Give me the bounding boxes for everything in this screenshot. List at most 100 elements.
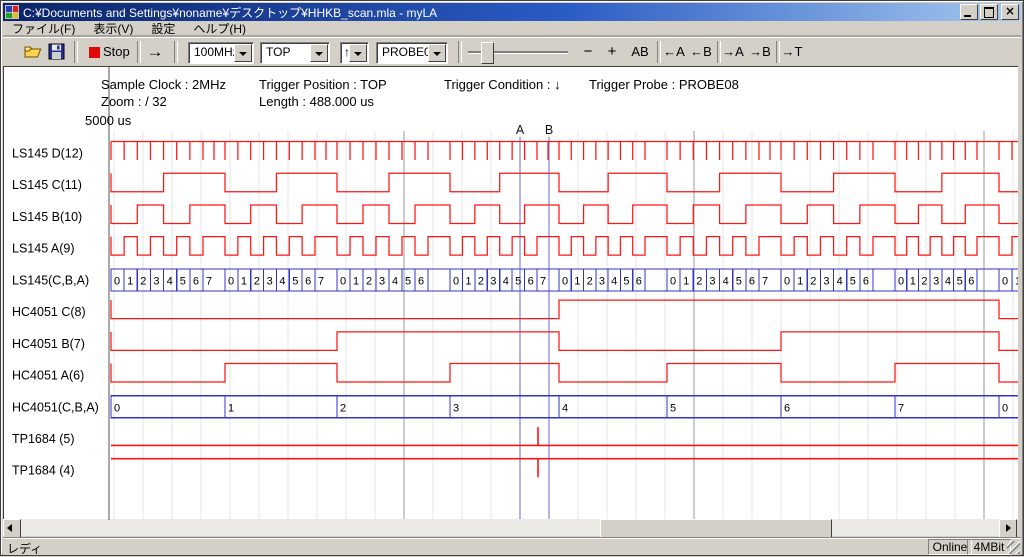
bus-value: 0 (1002, 402, 1008, 414)
resize-grip[interactable] (1007, 541, 1020, 554)
scroll-left-button[interactable] (3, 519, 21, 538)
zoom-in-button[interactable]: + (603, 42, 621, 62)
toolbar-separator (137, 41, 141, 63)
channel-row: HC4051 C(8) (12, 300, 1018, 319)
move-a-right-button[interactable]: →A (722, 42, 744, 62)
bus-value: 5 (670, 402, 676, 414)
horizontal-scrollbar[interactable] (3, 519, 1017, 536)
toolbar-separator (458, 41, 462, 63)
bus-value: 2 (366, 275, 372, 287)
bus-value: 5 (405, 275, 411, 287)
menu-view[interactable]: 表示(V) (84, 21, 142, 37)
bus-value: 3 (709, 275, 715, 287)
app-icon (5, 5, 19, 19)
bus-cell (895, 396, 999, 418)
title-bar[interactable]: C:¥Documents and Settings¥noname¥デスクトップ¥… (3, 3, 1021, 21)
bus-value: 4 (562, 402, 568, 414)
trigger-edge-combo[interactable]: ↑ (340, 42, 369, 64)
channel-label: HC4051 C(8) (12, 305, 86, 319)
channel-label: TP1684 (4) (12, 464, 75, 478)
bus-value: 2 (921, 275, 927, 287)
chevron-down-icon[interactable] (428, 44, 446, 62)
waveform-trace (111, 300, 1018, 319)
minimize-icon (964, 15, 971, 17)
toolbar-separator (717, 41, 721, 63)
scroll-right-button[interactable] (999, 519, 1017, 538)
cursor-a-label: A (516, 123, 525, 137)
info-sample-clock: Sample Clock : 2MHz (101, 77, 226, 92)
info-trigger-probe: Trigger Probe : PROBE08 (589, 77, 739, 92)
zoom-out-button[interactable]: − (579, 42, 597, 62)
waveform-plot[interactable]: LS145 D(12)LS145 C(11)LS145 B(10)LS145 A… (4, 67, 1018, 520)
bus-value: 3 (267, 275, 273, 287)
open-file-button[interactable] (24, 43, 42, 61)
minimize-button[interactable] (960, 4, 978, 20)
info-zoom: Zoom : / 32 (101, 94, 167, 109)
info-length: Length : 488.000 us (259, 94, 374, 109)
bus-value: 3 (379, 275, 385, 287)
bus-value: 6 (636, 275, 642, 287)
bus-value: 5 (957, 275, 963, 287)
bus-value: 3 (933, 275, 939, 287)
bus-cell (977, 269, 999, 291)
waveform-trace (111, 427, 1018, 446)
waveform-trace (111, 237, 1018, 256)
channel-row: HC4051 B(7) (12, 332, 1018, 351)
channel-row: TP1684 (4) (12, 459, 1018, 478)
bus-value: 1 (127, 275, 133, 287)
bus-value: 0 (114, 402, 120, 414)
move-a-left-button[interactable]: ←A (663, 42, 685, 62)
bus-value: 0 (562, 275, 568, 287)
menu-settings[interactable]: 設定 (142, 21, 184, 37)
channel-label: LS145(C,B,A) (12, 273, 89, 287)
trigger-probe-combo[interactable]: PROBE00 (376, 42, 448, 64)
maximize-button[interactable] (980, 4, 998, 20)
bus-value: 0 (1002, 275, 1008, 287)
close-icon: × (1002, 4, 1018, 18)
bus-value: 0 (340, 275, 346, 287)
channel-row: LS145(C,B,A)0123456701234567012345601234… (12, 269, 1018, 291)
trigger-position-combo[interactable]: TOP (260, 42, 330, 64)
bus-value: 6 (863, 275, 869, 287)
move-b-right-button[interactable]: →B (749, 42, 771, 62)
save-button[interactable] (48, 43, 66, 61)
menu-file[interactable]: ファイル(F) (3, 21, 84, 37)
goto-trigger-button[interactable]: →T (781, 42, 803, 62)
scrollbar-thumb[interactable] (600, 519, 832, 538)
chevron-down-icon[interactable] (310, 44, 328, 62)
stop-button[interactable]: Stop (103, 42, 135, 62)
bus-value: 3 (453, 402, 459, 414)
bus-value: 5 (515, 275, 521, 287)
channel-label: LS145 B(10) (12, 210, 82, 224)
bus-value: 1 (241, 275, 247, 287)
bus-value: 6 (528, 275, 534, 287)
bus-value: 4 (503, 275, 509, 287)
arrow-left-icon (7, 524, 12, 532)
channel-label: HC4051(C,B,A) (12, 400, 99, 414)
bus-value: 0 (898, 275, 904, 287)
bus-value: 1 (353, 275, 359, 287)
chevron-down-icon[interactable] (234, 44, 252, 62)
bus-value: 4 (392, 275, 398, 287)
bus-cell (450, 396, 559, 418)
zoom-ab-button[interactable]: AB (628, 42, 652, 62)
bus-value: 5 (736, 275, 742, 287)
bus-value: 4 (945, 275, 951, 287)
bus-value: 5 (850, 275, 856, 287)
bus-value: 1 (465, 275, 471, 287)
bus-value: 0 (453, 275, 459, 287)
move-b-left-button[interactable]: ←B (690, 42, 712, 62)
status-memory-badge: 4MBit (967, 539, 1011, 555)
run-button[interactable]: → (143, 42, 167, 62)
bus-cell (873, 269, 895, 291)
sample-rate-combo[interactable]: 100MHz (188, 42, 254, 64)
chevron-down-icon[interactable] (349, 44, 367, 62)
channel-label: LS145 C(11) (12, 178, 82, 192)
menu-help[interactable]: ヘルプ(H) (184, 21, 255, 37)
bus-cell (428, 269, 450, 291)
waveform-trace (111, 173, 1018, 192)
bus-value: 1 (683, 275, 689, 287)
close-button[interactable]: × (1001, 4, 1019, 20)
bus-cell (559, 396, 667, 418)
zoom-slider-thumb[interactable] (481, 42, 494, 64)
